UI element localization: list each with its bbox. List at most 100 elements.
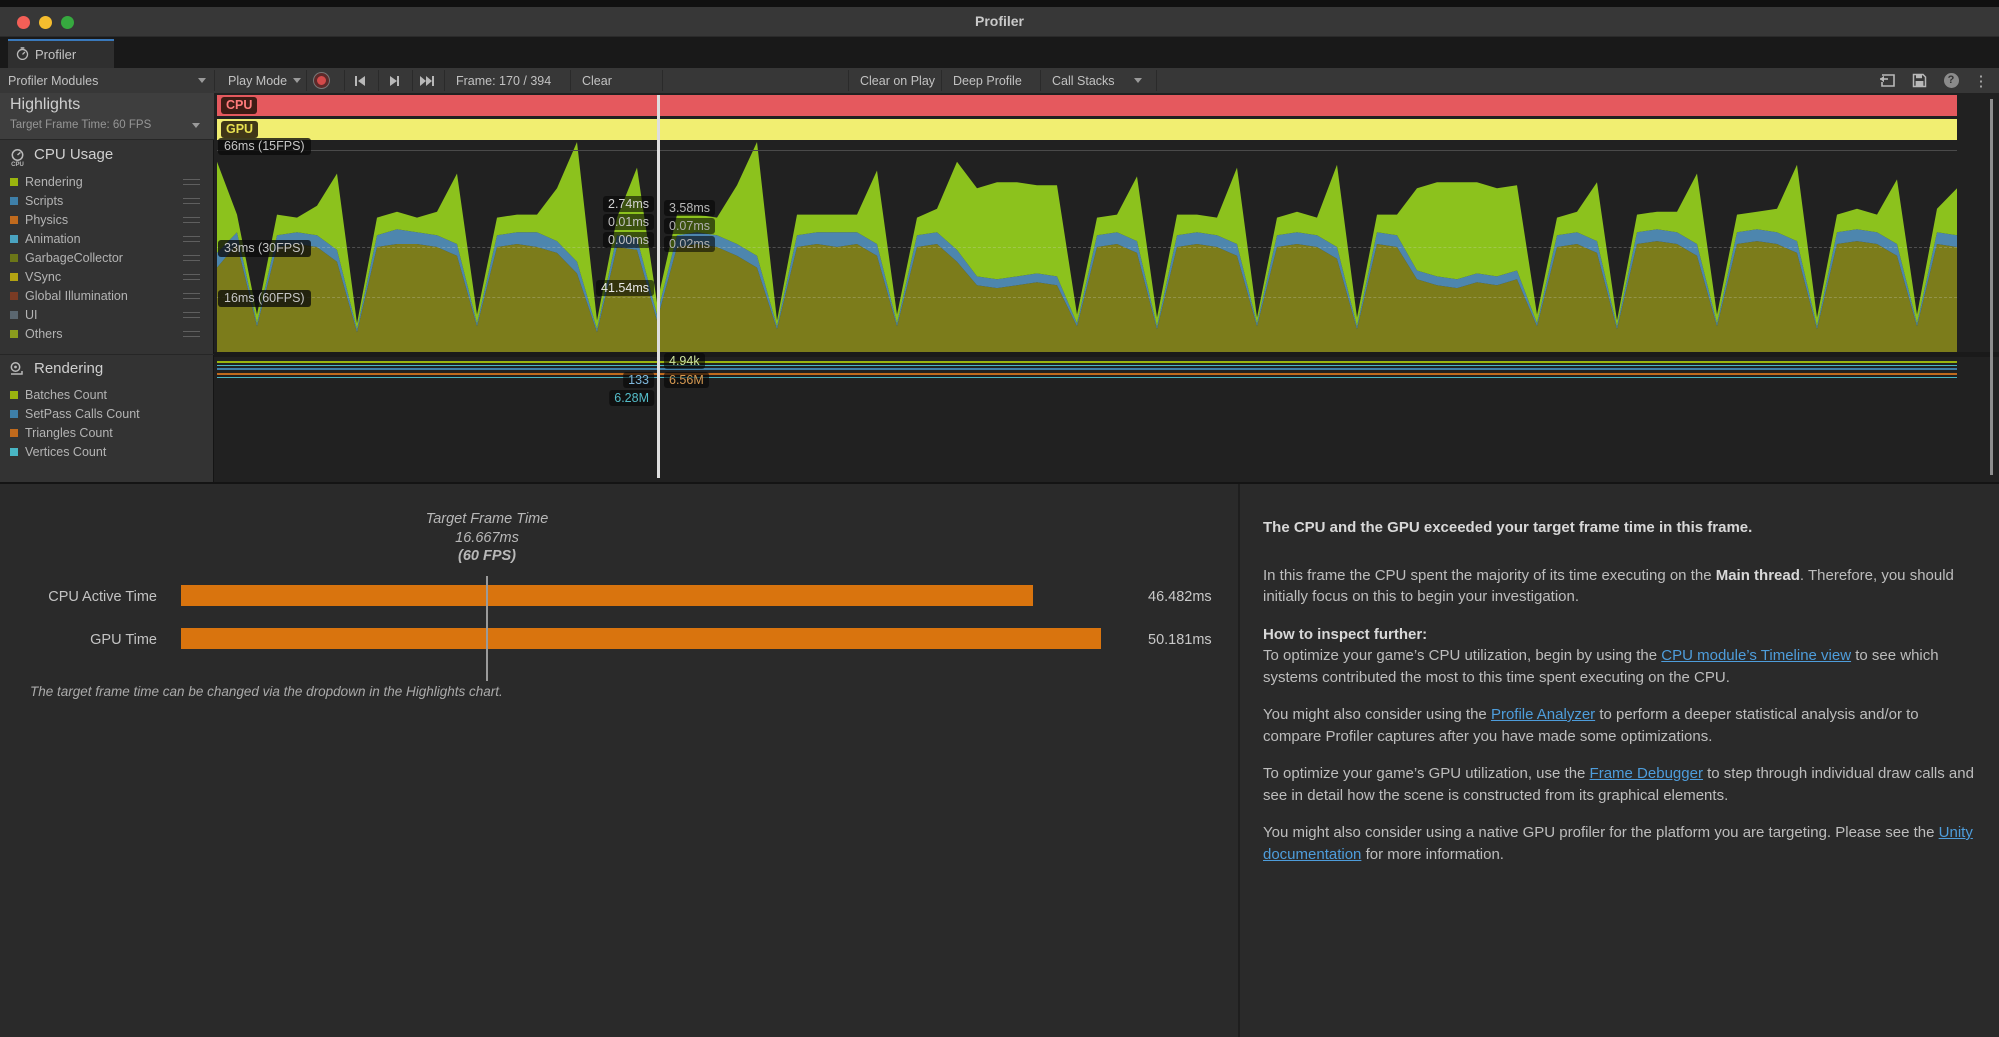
color-chip (10, 235, 18, 243)
value-badge-vertices: 6.28M (609, 390, 654, 406)
drag-handle-icon[interactable] (183, 255, 200, 261)
rendering-module-icon (9, 361, 26, 383)
advice-text: You might also consider using a native G… (1263, 824, 1939, 841)
chevron-down-icon[interactable] (198, 78, 206, 83)
toolbar: Profiler Modules Play Mode (0, 68, 1999, 94)
advice-link[interactable]: Profile Analyzer (1491, 706, 1595, 723)
first-frame-button[interactable] (352, 68, 368, 93)
value-badge: 0.00ms (603, 232, 654, 248)
chart-right-edge-marker[interactable] (1990, 99, 1993, 475)
clear-button[interactable]: Clear (582, 68, 612, 93)
legend-item-scripts[interactable]: Scripts (10, 192, 206, 209)
profiler-gauge-icon (16, 47, 29, 63)
save-icon (1912, 73, 1927, 88)
target-frame-time-dropdown[interactable]: Target Frame Time: 60 FPS (10, 119, 151, 131)
advice-text: To optimize your game’s GPU utilization,… (1263, 765, 1590, 782)
record-icon (314, 73, 329, 88)
advice-link[interactable]: Frame Debugger (1590, 765, 1703, 782)
deep-profile-toggle[interactable]: Deep Profile (953, 68, 1022, 93)
cpu-usage-chart[interactable] (217, 140, 1957, 352)
vertices-count-line-2 (217, 377, 1957, 378)
value-badge: 0.01ms (603, 214, 654, 230)
help-button[interactable]: ? (1938, 68, 1964, 93)
legend-item-animation[interactable]: Animation (10, 230, 206, 247)
drag-handle-icon[interactable] (183, 217, 200, 223)
tab-profiler[interactable]: Profiler (8, 39, 114, 68)
advice-paragraph: You might also consider using a native G… (1263, 822, 1975, 865)
record-button[interactable] (314, 68, 329, 93)
legend-item-setpass-calls-count[interactable]: SetPass Calls Count (10, 405, 206, 422)
color-chip (10, 197, 18, 205)
clear-on-play-toggle[interactable]: Clear on Play (860, 68, 935, 93)
legend-item-ui[interactable]: UI (10, 306, 206, 323)
legend-item-garbagecollector[interactable]: GarbageCollector (10, 249, 206, 266)
drag-handle-icon[interactable] (183, 274, 200, 280)
legend-item-batches-count[interactable]: Batches Count (10, 386, 206, 403)
value-badge-gpu: 41.54ms (596, 280, 654, 296)
drag-handle-icon[interactable] (183, 331, 200, 337)
next-frame-button[interactable] (386, 68, 402, 93)
legend-item-rendering[interactable]: Rendering (10, 173, 206, 190)
drag-handle-icon[interactable] (183, 293, 200, 299)
target-frame-time-fps: (60 FPS) (287, 548, 687, 564)
cpu-usage-module[interactable]: CPU CPU Usage Rendering Scripts (0, 140, 214, 355)
last-frame-button[interactable] (418, 68, 436, 93)
skip-back-icon (352, 73, 368, 89)
advice-bold-text: Main thread (1716, 567, 1800, 584)
color-chip (10, 273, 18, 281)
drag-handle-icon[interactable] (183, 198, 200, 204)
value-badge-setpass: 133 (623, 372, 654, 388)
call-stacks-toggle[interactable]: Call Stacks (1052, 68, 1115, 93)
target-frame-time-marker-line (486, 576, 488, 681)
rendering-module[interactable]: Rendering Batches Count SetPass Calls Co… (0, 355, 214, 482)
advice-paragraph: You might also consider using the Profil… (1263, 704, 1975, 747)
highlights-title: Highlights (10, 96, 80, 114)
color-chip (10, 429, 18, 437)
legend-item-others[interactable]: Others (10, 325, 206, 342)
batches-count-line (217, 361, 1957, 363)
highlights-module[interactable]: Highlights Target Frame Time: 60 FPS (0, 93, 214, 140)
cpu-highlight-bar[interactable]: CPU (217, 95, 1957, 116)
call-stacks-dropdown[interactable] (1134, 68, 1142, 93)
modules-sidebar: Highlights Target Frame Time: 60 FPS CPU… (0, 93, 214, 482)
drag-handle-icon[interactable] (183, 236, 200, 242)
gpu-badge: GPU (221, 121, 258, 138)
color-chip (10, 330, 18, 338)
legend-item-physics[interactable]: Physics (10, 211, 206, 228)
drag-handle-icon[interactable] (183, 312, 200, 318)
chevron-down-icon[interactable] (192, 123, 200, 128)
axis-label-66ms: 66ms (15FPS) (218, 138, 311, 155)
color-chip (10, 292, 18, 300)
save-profile-button[interactable] (1906, 68, 1932, 93)
advice-paragraph: How to inspect further: (1263, 624, 1975, 646)
gpu-highlight-bar[interactable]: GPU (217, 119, 1957, 140)
legend-item-global-illumination[interactable]: Global Illumination (10, 287, 206, 304)
window-title: Profiler (0, 13, 1999, 29)
target-frame-time-value: 16.667ms (287, 530, 687, 546)
color-chip (10, 216, 18, 224)
advice-text: for more information. (1361, 846, 1504, 863)
legend-item-vsync[interactable]: VSync (10, 268, 206, 285)
profiler-modules-dropdown[interactable]: Profiler Modules (8, 68, 98, 93)
selected-frame-line[interactable] (657, 95, 660, 478)
advice-link[interactable]: CPU module’s Timeline view (1661, 647, 1851, 664)
titlebar: Profiler (0, 7, 1999, 37)
details-divider[interactable] (1238, 484, 1240, 1037)
target-frame-time-note: The target frame time can be changed via… (30, 684, 503, 699)
load-profile-button[interactable] (1874, 68, 1900, 93)
cpu-badge: CPU (221, 97, 257, 114)
cpu-usage-title: CPU Usage (34, 146, 113, 163)
drag-handle-icon[interactable] (183, 179, 200, 185)
gpu-time-value: 50.181ms (1148, 632, 1212, 648)
screen: Profiler Profiler Profiler Modules Play … (0, 0, 1999, 1037)
advice-panel: The CPU and the GPU exceeded your target… (1263, 517, 1975, 881)
profiler-modules-label: Profiler Modules (8, 74, 98, 88)
legend-item-vertices-count[interactable]: Vertices Count (10, 443, 206, 460)
cpu-active-time-value: 46.482ms (1148, 589, 1212, 605)
context-menu-button[interactable]: ⋮ (1968, 68, 1994, 93)
advice-paragraph: To optimize your game’s GPU utilization,… (1263, 763, 1975, 806)
play-mode-label: Play Mode (228, 74, 287, 88)
play-mode-dropdown[interactable]: Play Mode (228, 68, 301, 93)
legend-item-triangles-count[interactable]: Triangles Count (10, 424, 206, 441)
advice-text: To optimize your game’s CPU utilization,… (1263, 647, 1661, 664)
